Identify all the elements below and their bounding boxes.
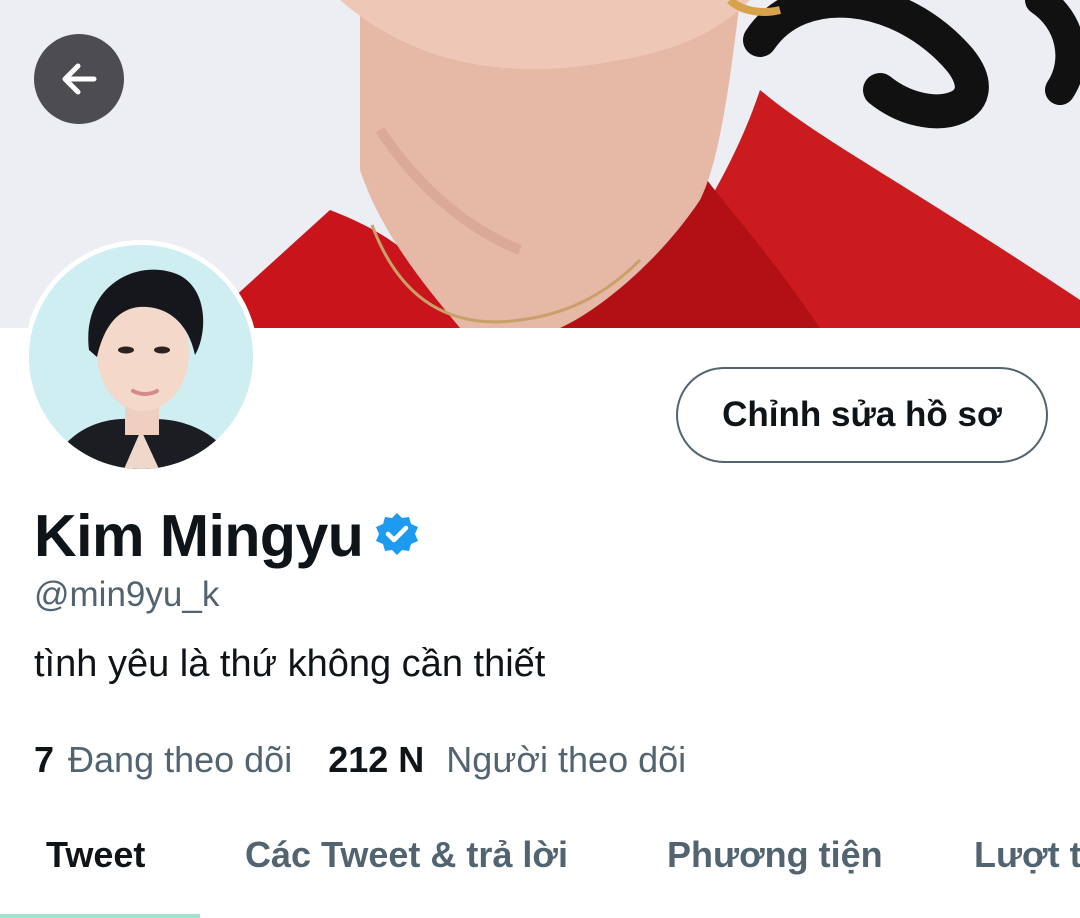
following-count: 7 <box>34 739 55 780</box>
avatar-image <box>29 245 253 469</box>
profile-bio: tình yêu là thứ không cần thiết <box>34 643 546 685</box>
follow-stats: 7 Đang theo dõi 212 N Người theo dõi <box>34 739 686 781</box>
followers-count: 212 N <box>328 739 425 780</box>
back-button[interactable] <box>34 34 124 124</box>
verified-badge-icon <box>373 511 421 564</box>
following-stat[interactable]: 7 Đang theo dõi <box>34 739 292 781</box>
user-handle: @min9yu_k <box>34 575 220 614</box>
followers-label: Người theo dõi <box>446 739 687 780</box>
following-label: Đang theo dõi <box>68 739 293 780</box>
active-tab-indicator <box>0 914 200 918</box>
display-name: Kim Mingyu <box>34 503 364 569</box>
tab-likes[interactable]: Lượt thích <box>974 834 1080 876</box>
followers-stat[interactable]: 212 N Người theo dõi <box>328 739 686 781</box>
name-row: Kim Mingyu <box>34 502 421 570</box>
edit-profile-label: Chỉnh sửa hồ sơ <box>722 395 1002 434</box>
tab-tweets-replies[interactable]: Các Tweet & trả lời <box>245 834 568 876</box>
edit-profile-button[interactable]: Chỉnh sửa hồ sơ <box>676 367 1048 463</box>
tab-media[interactable]: Phương tiện <box>667 834 883 876</box>
tab-tweets[interactable]: Tweet <box>46 834 145 876</box>
avatar[interactable] <box>24 240 258 474</box>
arrow-left-icon <box>62 63 97 95</box>
profile-tabs: Tweet Các Tweet & trả lời Phương tiện Lư… <box>0 826 1080 918</box>
